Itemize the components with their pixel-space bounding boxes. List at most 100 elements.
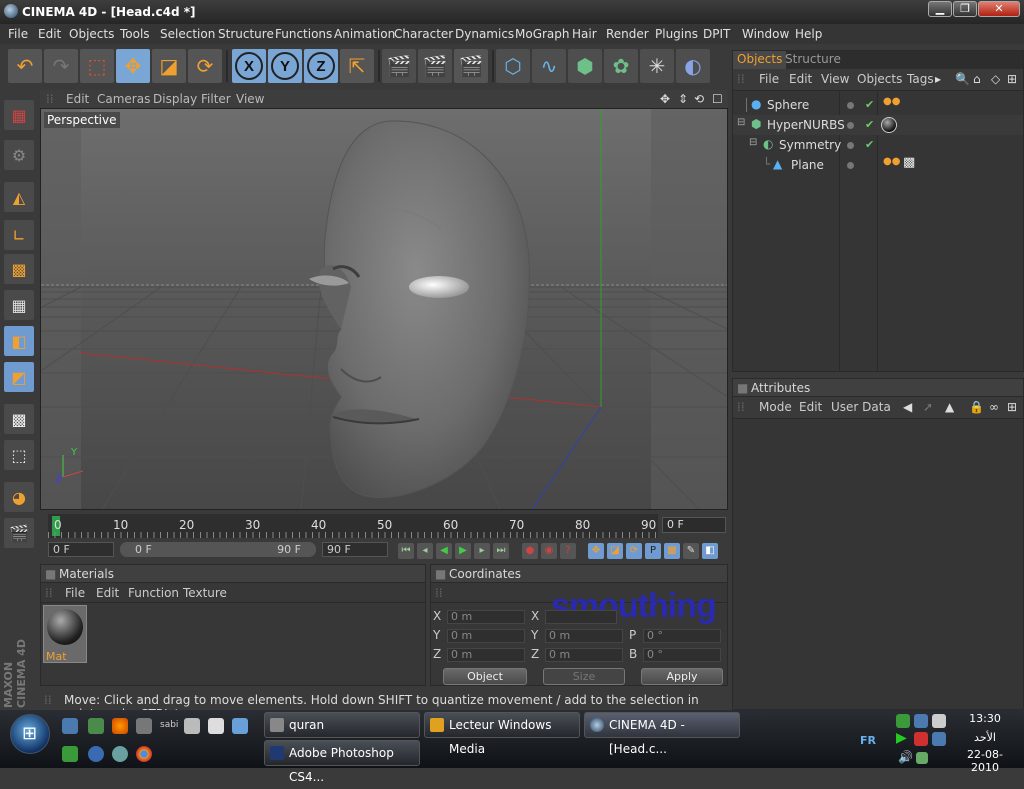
menu-hair[interactable]: Hair (572, 27, 597, 41)
materials-menu-texture[interactable]: Texture (183, 586, 227, 600)
keyframe-help-button[interactable]: ? (560, 543, 576, 559)
visibility-dot[interactable] (847, 122, 854, 129)
texture-tag-icon[interactable]: ▩ (903, 155, 915, 170)
material-tag-icon[interactable] (881, 117, 897, 133)
attributes-menu-userdata[interactable]: User Data (831, 400, 891, 414)
enabled-check-icon[interactable]: ✔ (865, 98, 874, 111)
start-frame-field[interactable]: 0 F (48, 542, 114, 557)
key-scale-button[interactable]: ◪ (607, 543, 623, 559)
object-mode-button[interactable]: ∟ (4, 220, 34, 250)
quicklaunch-sabi[interactable]: sabi (160, 720, 178, 730)
visibility-dot[interactable] (847, 162, 854, 169)
record-button[interactable]: ● (522, 543, 538, 559)
language-indicator[interactable]: FR (860, 734, 876, 747)
start-button[interactable]: ⊞ (10, 714, 50, 754)
menu-help[interactable]: Help (795, 27, 822, 41)
step-back-button[interactable]: ◂ (417, 543, 433, 559)
tray-play-icon[interactable]: ▶ (896, 730, 907, 746)
texture-mode-button[interactable]: ▩ (4, 254, 34, 284)
step-forward-button[interactable]: ▸ (474, 543, 490, 559)
coord-rot-b-field[interactable]: 0 ° (643, 648, 721, 662)
size-mode-dropdown[interactable]: Size (543, 668, 625, 685)
y-axis-lock-button[interactable]: Y (268, 49, 302, 83)
make-editable-button[interactable]: ⚙ (4, 140, 34, 170)
menu-render[interactable]: Render (606, 27, 649, 41)
deformer-button[interactable]: ✳ (640, 49, 674, 83)
render-region-button[interactable]: 🎬 (418, 49, 452, 83)
coord-size-z-field[interactable]: 0 m (545, 648, 623, 662)
search-icon[interactable]: 🔍 (955, 72, 970, 86)
animate-button[interactable]: 🎬 (4, 518, 34, 548)
visibility-dot[interactable] (847, 102, 854, 109)
task-quran[interactable]: quran (264, 712, 420, 738)
polygon-mode-button[interactable]: ▩ (4, 404, 34, 434)
objects-menu-file[interactable]: File (759, 72, 779, 86)
menu-window[interactable]: Window (742, 27, 789, 41)
play-backward-button[interactable]: ◀ (436, 543, 452, 559)
quicklaunch-icon-5[interactable] (232, 718, 248, 734)
current-frame-field[interactable]: 0 F (662, 517, 726, 533)
tray-icon-2[interactable] (914, 714, 928, 728)
point-mode-button[interactable]: ◧ (4, 326, 34, 356)
viewport-menu-display[interactable]: Display (153, 92, 197, 106)
cube-primitive-button[interactable]: ⬡ (496, 49, 530, 83)
viewport-menu-edit[interactable]: Edit (66, 92, 89, 106)
viewport-pan-icon[interactable]: ✥ (660, 92, 670, 106)
quicklaunch-icon-1[interactable] (88, 718, 104, 734)
tray-icon-3[interactable] (932, 714, 946, 728)
coord-pos-x-field[interactable]: 0 m (447, 610, 525, 624)
coord-size-x-field[interactable] (545, 610, 617, 624)
task-windows-media[interactable]: Lecteur Windows Media (424, 712, 580, 756)
range-slider[interactable]: 0 F 90 F (120, 542, 316, 557)
collapse-icon[interactable]: ⊟ (749, 137, 757, 148)
viewport-dolly-icon[interactable]: ⇕ (678, 92, 688, 106)
z-axis-lock-button[interactable]: Z (304, 49, 338, 83)
system-clock[interactable]: 13:30 الأحد 22-08-2010 (960, 712, 1010, 774)
minimize-button[interactable]: ▁ (928, 1, 952, 17)
apply-button[interactable]: Apply (641, 668, 723, 685)
antivirus-icon[interactable] (914, 732, 928, 746)
volume-icon[interactable]: 🔊 (898, 750, 913, 764)
attributes-menu-mode[interactable]: Mode (759, 400, 792, 414)
tray-icon-4[interactable] (916, 752, 928, 764)
tree-item-sphere[interactable]: │ ● Sphere ✔ ●● (733, 95, 1023, 115)
coord-pos-z-field[interactable]: 0 m (447, 648, 525, 662)
new-window-icon[interactable]: ⊞ (1007, 400, 1017, 414)
play-button[interactable]: ▶ (455, 543, 471, 559)
live-selection-button[interactable]: ⬚ (80, 49, 114, 83)
goto-end-button[interactable]: ⏭ (493, 543, 509, 559)
eye-icon[interactable]: ◇ (991, 72, 1000, 86)
phong-tag-icon[interactable]: ●● (883, 156, 900, 167)
viewport-menu-cameras[interactable]: Cameras (97, 92, 150, 106)
quicklaunch-icon-7[interactable] (88, 746, 104, 762)
coordinate-mode-dropdown[interactable]: Object (443, 668, 527, 685)
spline-button[interactable]: ∿ (532, 49, 566, 83)
network-icon[interactable] (932, 732, 946, 746)
close-button[interactable]: ✕ (978, 1, 1020, 17)
sculpt-button[interactable]: ◕ (4, 482, 34, 512)
menu-functions[interactable]: Functions (275, 27, 332, 41)
phong-tag-icon[interactable]: ●● (883, 96, 900, 107)
tab-structure[interactable]: Structure (781, 51, 845, 69)
timeline-ruler[interactable]: 0 10 20 30 40 50 60 70 80 90 (48, 514, 658, 538)
forward-arrow-icon[interactable]: ➚ (923, 400, 933, 414)
menu-mograph[interactable]: MoGraph (515, 27, 570, 41)
array-button[interactable]: ✿ (604, 49, 638, 83)
model-mode-button[interactable]: ◭ (4, 182, 34, 212)
show-desktop-icon[interactable] (62, 718, 78, 734)
materials-menu-file[interactable]: File (65, 586, 85, 600)
tab-objects[interactable]: Objects (733, 51, 787, 69)
move-tool-button[interactable]: ✥ (116, 49, 150, 83)
coord-size-y-field[interactable]: 0 m (545, 629, 623, 643)
rotate-tool-button[interactable]: ⟳ (188, 49, 222, 83)
key-param-button[interactable]: P (645, 543, 661, 559)
end-frame-field[interactable]: 90 F (322, 542, 388, 557)
lock-icon[interactable]: 🔒 (969, 400, 984, 414)
quicklaunch-icon-2[interactable] (136, 718, 152, 734)
edge-mode-button[interactable]: ◩ (4, 362, 34, 392)
menu-file[interactable]: File (8, 27, 28, 41)
workplane-button[interactable]: ▦ (4, 290, 34, 320)
coord-rot-p-field[interactable]: 0 ° (643, 629, 721, 643)
tree-item-plane[interactable]: └ ▲ Plane ●● ▩ (733, 155, 1023, 175)
back-arrow-icon[interactable]: ◀ (903, 400, 912, 414)
